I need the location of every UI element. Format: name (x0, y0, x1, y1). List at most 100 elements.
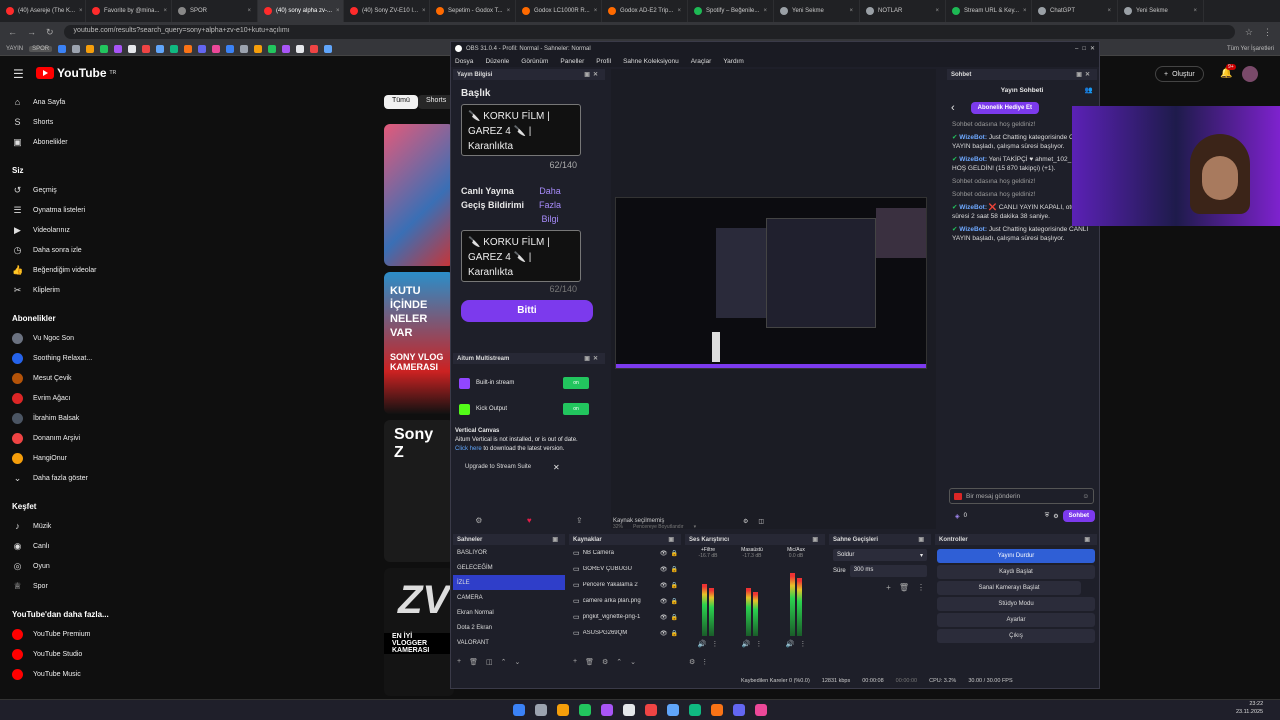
add-icon[interactable]: + (886, 583, 891, 592)
trash-icon[interactable]: 🗑 (585, 658, 594, 672)
menu-icon[interactable]: ⋮ (701, 658, 708, 672)
browser-tab[interactable]: (40) Asereje (The K... × (0, 0, 86, 22)
control-button[interactable]: Kaydı Başlat (937, 565, 1095, 579)
minimize-icon[interactable]: – (1075, 46, 1078, 52)
sidebar-item[interactable]: ⌄ Daha fazla göster (0, 468, 120, 488)
source-item[interactable]: ▭ pngkit_vignette-png-1 👁 🔒 (569, 609, 681, 625)
gear-icon[interactable]: ⚙ (743, 518, 748, 525)
control-button[interactable]: Sanal Kamerayı Başlat (937, 581, 1081, 595)
browser-tab[interactable]: Spotify – Beğenile... × (688, 0, 774, 22)
menu-icon[interactable]: ⋮ (711, 640, 718, 648)
browser-tab[interactable]: Yeni Sekme × (774, 0, 860, 22)
trash-icon[interactable]: 🗑 (469, 658, 478, 672)
close-icon[interactable]: ✕ (1090, 45, 1095, 52)
heart-icon[interactable]: ♥ (527, 516, 532, 525)
tab-close-icon[interactable]: × (849, 8, 853, 14)
taskbar-app-icon[interactable] (535, 704, 547, 716)
avatar[interactable] (1242, 66, 1258, 82)
all-bookmarks-link[interactable]: Tüm Yer İşaretleri (1227, 46, 1274, 52)
bookmark-favicon-icon[interactable] (240, 44, 249, 53)
browser-tab[interactable]: Godox LC1000R R... × (516, 0, 602, 22)
taskbar-app-icon[interactable] (755, 704, 767, 716)
eye-icon[interactable]: 👁 (660, 582, 668, 589)
tab-close-icon[interactable]: × (677, 8, 681, 14)
preview-canvas[interactable] (615, 197, 927, 369)
sidebar-item[interactable]: HangiOnur (0, 448, 120, 468)
menu-icon[interactable]: ⋮ (1263, 27, 1272, 38)
chip-shorts[interactable]: Shorts (418, 95, 455, 109)
taskbar-app-icon[interactable] (557, 704, 569, 716)
browser-tab[interactable]: SPOR × (172, 0, 258, 22)
lock-icon[interactable]: 🔒 (671, 566, 678, 573)
maximize-icon[interactable]: □ (1082, 46, 1086, 52)
scene-item[interactable]: VALORANT (453, 635, 565, 650)
bookmark-favicon-icon[interactable] (86, 44, 95, 53)
browser-tab[interactable]: Favorite by @mina... × (86, 0, 172, 22)
scene-item[interactable]: GELECEĞİM (453, 560, 565, 575)
control-button[interactable]: Yayını Durdur (937, 549, 1095, 563)
gear-icon[interactable]: ⚙ (475, 516, 482, 525)
done-button[interactable]: Bitti (461, 300, 593, 322)
obs-menu-item[interactable]: Araçlar (691, 58, 712, 65)
golive-input[interactable]: 🔪 KORKU FİLM | GAREZ 4 🔪 | Karanlıkta (461, 230, 581, 282)
points-icon[interactable]: ◈ (955, 513, 960, 520)
filter-icon[interactable]: ◫ (758, 518, 764, 525)
sidebar-item[interactable]: ↺ Geçmiş (0, 180, 120, 200)
lock-icon[interactable]: 🔒 (671, 550, 678, 557)
source-item[interactable]: ▭ camere arka plan.png 👁 🔒 (569, 593, 681, 609)
sidebar-item[interactable]: Mesut Çevik (0, 368, 120, 388)
source-item[interactable]: ▭ Pencere Yakalama 2 👁 🔒 (569, 577, 681, 593)
tab-close-icon[interactable]: × (1193, 8, 1197, 14)
video-thumbnail[interactable] (384, 124, 454, 266)
bookmark-favicon-icon[interactable] (58, 44, 67, 53)
taskbar-app-icon[interactable] (645, 704, 657, 716)
video-thumbnail[interactable]: ZV EN İYİ VLOGGER KAMERASI (384, 568, 454, 696)
down-icon[interactable]: ⌄ (514, 658, 520, 672)
upgrade-button[interactable]: Upgrade to Stream Suite (463, 461, 533, 473)
source-item[interactable]: ▭ NB Camera 👁 🔒 (569, 545, 681, 561)
obs-menu-item[interactable]: Sahne Koleksiyonu (623, 58, 679, 65)
gift-sub-button[interactable]: Abonelik Hediye Et (970, 102, 1040, 114)
sidebar-item[interactable]: YouTube Premium (0, 624, 120, 644)
back-icon[interactable]: ← (8, 27, 17, 37)
tab-close-icon[interactable]: × (163, 8, 167, 14)
duration-input[interactable]: 300 ms (849, 565, 927, 577)
tab-close-icon[interactable]: × (79, 8, 83, 14)
sidebar-item[interactable]: ✂ Kliplerim (0, 280, 120, 300)
bookmark-yayin[interactable]: YAYIN (6, 46, 23, 52)
eye-icon[interactable]: 👁 (660, 550, 668, 557)
speaker-icon[interactable]: 🔊 (786, 640, 795, 648)
obs-menu-item[interactable]: Yardım (723, 58, 743, 65)
control-button[interactable]: Stüdyo Modu (937, 597, 1095, 611)
scene-item[interactable]: Ekran Normal (453, 605, 565, 620)
tab-close-icon[interactable]: × (1107, 8, 1111, 14)
taskbar-app-icon[interactable] (667, 704, 679, 716)
bookmark-favicon-icon[interactable] (128, 44, 137, 53)
eye-icon[interactable]: 👁 (660, 630, 668, 637)
sidebar-item[interactable]: ♕ Spor (0, 576, 120, 596)
browser-tab[interactable]: (40) Sony ZV-E10 I... × (344, 0, 430, 22)
control-button[interactable]: Ayarlar (937, 613, 1095, 627)
bookmark-favicon-icon[interactable] (156, 44, 165, 53)
browser-tab[interactable]: Stream URL & Key... × (946, 0, 1032, 22)
taskbar-app-icon[interactable] (579, 704, 591, 716)
title-input[interactable]: 🔪 KORKU FİLM | GAREZ 4 🔪 | Karanlıkta (461, 104, 581, 156)
taskbar-app-icon[interactable] (733, 704, 745, 716)
browser-tab[interactable]: ChatGPT × (1032, 0, 1118, 22)
chip-all[interactable]: Tümü (384, 95, 418, 109)
sidebar-item[interactable]: ⌂ Ana Sayfa (0, 92, 120, 112)
sidebar-item[interactable]: Donanım Arşivi (0, 428, 120, 448)
add-icon[interactable]: + (457, 658, 461, 672)
chat-username[interactable]: WizeBot: (959, 156, 987, 163)
sidebar-section-header[interactable]: Abonelikler (0, 308, 120, 328)
tab-close-icon[interactable]: × (336, 8, 340, 14)
menu-icon[interactable]: ⋮ (755, 640, 762, 648)
sidebar-item[interactable]: ▶ Videolarınız (0, 220, 120, 240)
sidebar-item[interactable]: ◎ Oyun (0, 556, 120, 576)
chat-send-button[interactable]: Sohbet (1062, 510, 1095, 522)
tab-close-icon[interactable]: × (1023, 8, 1027, 14)
volume-meter[interactable] (790, 562, 802, 636)
tab-close-icon[interactable]: × (507, 8, 511, 14)
up-icon[interactable]: ⌃ (501, 658, 507, 672)
browser-tab[interactable]: Godox AD-E2 Trip... × (602, 0, 688, 22)
